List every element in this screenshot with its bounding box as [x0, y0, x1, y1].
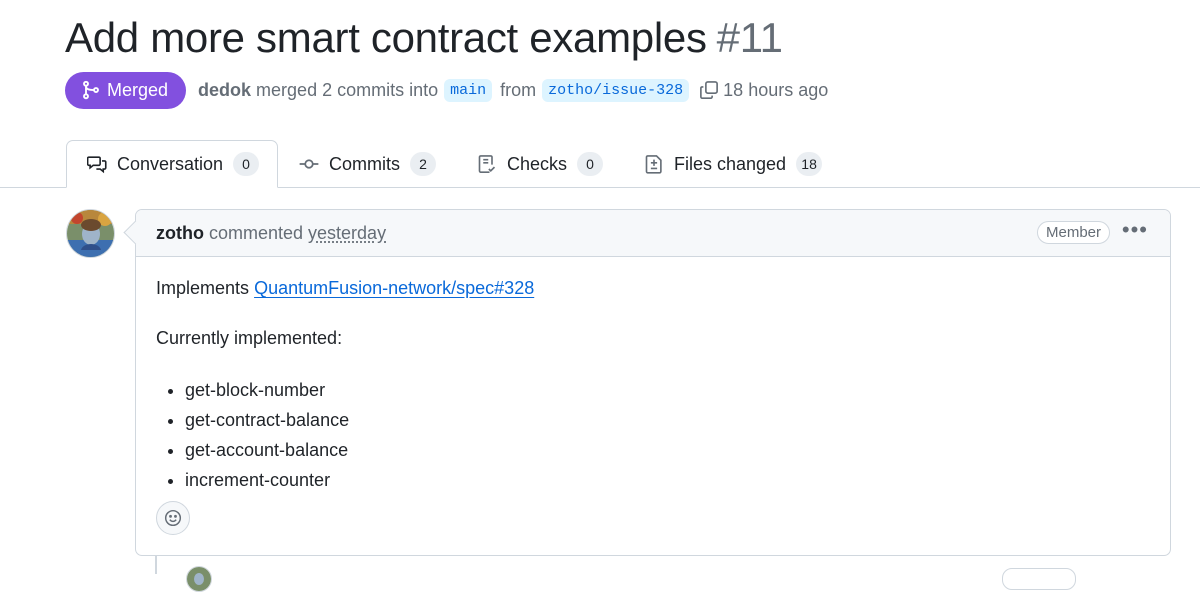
implemented-list: get-block-number get-contract-balance ge…: [156, 375, 1150, 495]
list-item: get-contract-balance: [185, 405, 1150, 435]
copy-icon[interactable]: [699, 80, 719, 100]
merge-author-link[interactable]: dedok: [198, 80, 251, 101]
add-reaction-button[interactable]: [156, 501, 190, 535]
tab-commits-label: Commits: [329, 153, 400, 174]
list-item: get-account-balance: [185, 435, 1150, 465]
comment-intro-paragraph: Implements QuantumFusion-network/spec#32…: [156, 275, 1150, 301]
comment-header: zotho commented yesterday Member •••: [136, 210, 1170, 257]
user-avatar-image: [67, 210, 114, 257]
pr-title: Add more smart contract examples #11: [65, 12, 783, 64]
pr-title-text: Add more smart contract examples: [65, 14, 707, 61]
merge-time: 18 hours ago: [723, 79, 829, 100]
merged-commits-text: merged 2 commits into: [256, 79, 439, 100]
git-merge-icon: [83, 80, 99, 100]
comment-timestamp-link[interactable]: yesterday: [308, 223, 386, 244]
from-text: from: [500, 79, 537, 100]
file-diff-icon: [644, 154, 664, 174]
comment-discussion-icon: [87, 154, 107, 174]
merged-status-badge: Merged: [65, 71, 187, 109]
checklist-icon: [477, 154, 497, 174]
kebab-horizontal-icon[interactable]: •••: [1122, 219, 1148, 241]
merged-label: Merged: [107, 79, 169, 100]
pr-number: #11: [716, 14, 783, 61]
spec-issue-link[interactable]: QuantumFusion-network/spec#328: [254, 278, 534, 298]
next-item-avatar: [186, 566, 212, 592]
tab-commits[interactable]: Commits 2: [299, 140, 436, 188]
avatar[interactable]: [66, 209, 115, 258]
next-avatar-image: [187, 567, 211, 591]
tab-conversation[interactable]: Conversation 0: [66, 140, 278, 188]
list-item: get-block-number: [185, 375, 1150, 405]
tab-conversation-count: 0: [233, 152, 260, 176]
comment-subheading: Currently implemented:: [156, 328, 343, 348]
head-branch[interactable]: zotho/issue-328: [542, 78, 690, 102]
pr-tabs: Conversation 0 Commits 2 Checks 0 Files …: [0, 140, 1200, 188]
next-item-badge: [1002, 568, 1076, 590]
base-branch[interactable]: main: [444, 78, 493, 102]
tab-files-changed-label: Files changed: [674, 153, 787, 174]
smiley-icon: [164, 509, 182, 527]
pr-meta: Merged dedok merged 2 commits into main …: [65, 71, 829, 109]
tab-commits-count: 2: [410, 152, 436, 176]
comment-author-link[interactable]: zotho: [156, 223, 204, 244]
git-commit-icon: [299, 154, 319, 174]
comment-body: Implements QuantumFusion-network/spec#32…: [136, 257, 1170, 513]
member-badge: Member: [1036, 221, 1110, 244]
implements-text: Implements: [156, 278, 250, 298]
list-item: increment-counter: [185, 465, 1150, 495]
comment-action: commented: [208, 222, 304, 243]
tab-checks[interactable]: Checks 0: [477, 140, 604, 188]
timeline-bar: [155, 556, 157, 574]
tab-files-changed-count: 18: [796, 152, 823, 176]
comment-box: zotho commented yesterday Member ••• Imp…: [135, 209, 1171, 556]
tab-files-changed[interactable]: Files changed 18: [644, 140, 823, 188]
tab-conversation-label: Conversation: [117, 153, 224, 174]
tab-checks-count: 0: [577, 152, 604, 176]
tab-checks-label: Checks: [507, 153, 568, 174]
